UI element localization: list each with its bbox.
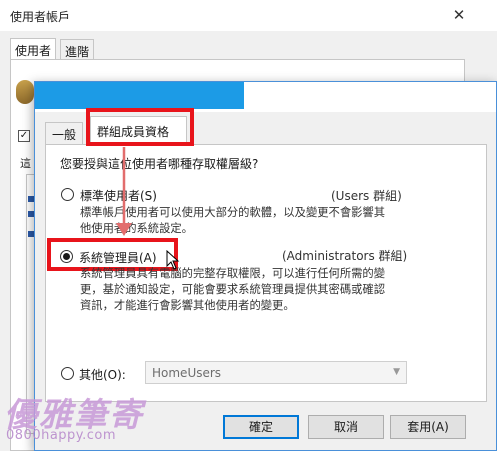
dialog-titlebar [35, 82, 496, 112]
administrator-description: 系統管理員具有電腦的完整存取權限，可以進行任何所需的變 更，基於通知設定，可能會… [80, 266, 385, 314]
close-icon[interactable]: ✕ [436, 0, 482, 30]
require-login-checkbox[interactable]: ✓ [18, 130, 30, 142]
administrators-group-label: (Administrators 群組) [282, 249, 408, 263]
other-group-select[interactable]: HomeUsers ▼ [145, 361, 407, 384]
description-line: 更，基於通知設定，可能會要求系統管理員提供其密碼或確認 [80, 283, 386, 296]
window-titlebar: 使用者帳戶 ✕ [0, 0, 497, 31]
description-line: 資訊，才能進行會影響其他使用者的變更。 [80, 299, 295, 312]
ok-button[interactable]: 確定 [223, 415, 299, 439]
tab-general[interactable]: 一般 [45, 122, 84, 144]
standard-user-radio[interactable] [61, 188, 74, 201]
tab-users[interactable]: 使用者 [10, 38, 57, 61]
standard-user-description: 標準帳戶使用者可以使用大部分的軟體，以及變更不會影響其 他使用者的系統設定。 [80, 205, 385, 237]
users-group-label: (Users 群組) [331, 189, 402, 203]
administrator-radio[interactable] [60, 250, 73, 263]
description-line: 系統管理員具有電腦的完整存取權限，可以進行任何所需的變 [80, 267, 386, 280]
users-icon [16, 80, 34, 104]
window-title: 使用者帳戶 [10, 10, 71, 24]
tab-advanced[interactable]: 進階 [60, 39, 95, 60]
standard-user-label[interactable]: 標準使用者(S) [80, 187, 157, 204]
apply-button[interactable]: 套用(A) [390, 415, 466, 439]
tab-group-membership[interactable]: 群組成員資格 [90, 116, 187, 145]
user-properties-dialog: 一般 群組成員資格 您要授與這位使用者哪種存取權層級? 標準使用者(S) (Us… [34, 81, 497, 451]
description-line: 他使用者的系統設定。 [80, 222, 193, 235]
administrator-label[interactable]: 系統管理員(A) [79, 249, 157, 266]
users-list-label: 這 [20, 157, 31, 170]
chevron-down-icon: ▼ [393, 367, 400, 377]
other-label[interactable]: 其他(O): [79, 366, 126, 383]
dialog-title-accent [35, 82, 244, 109]
description-line: 標準帳戶使用者可以使用大部分的軟體，以及變更不會影響其 [80, 206, 386, 219]
other-group-value: HomeUsers [152, 366, 222, 380]
access-level-question: 您要授與這位使用者哪種存取權層級? [60, 157, 259, 171]
cancel-button[interactable]: 取消 [308, 415, 384, 439]
other-radio[interactable] [61, 367, 74, 380]
